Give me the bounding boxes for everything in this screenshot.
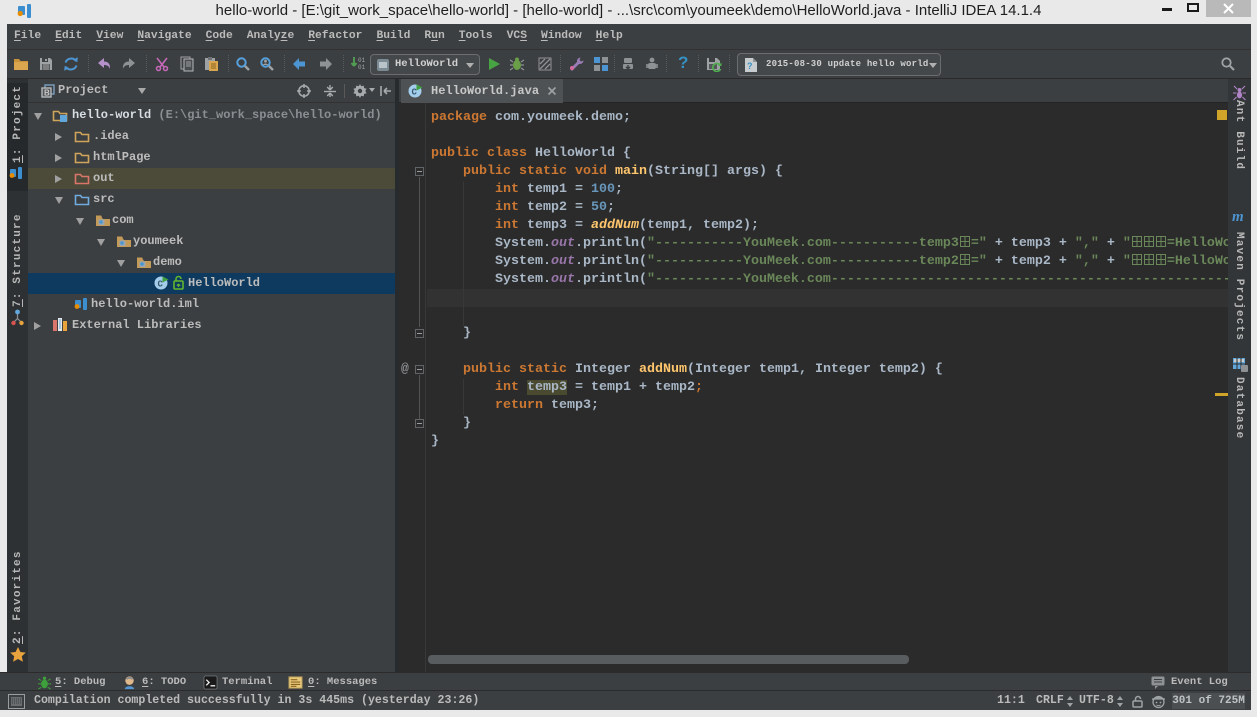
svg-text:01: 01 xyxy=(358,57,366,64)
svg-text:01: 01 xyxy=(358,64,366,71)
svg-text:B: B xyxy=(44,89,50,98)
svg-text:?: ? xyxy=(747,61,753,71)
